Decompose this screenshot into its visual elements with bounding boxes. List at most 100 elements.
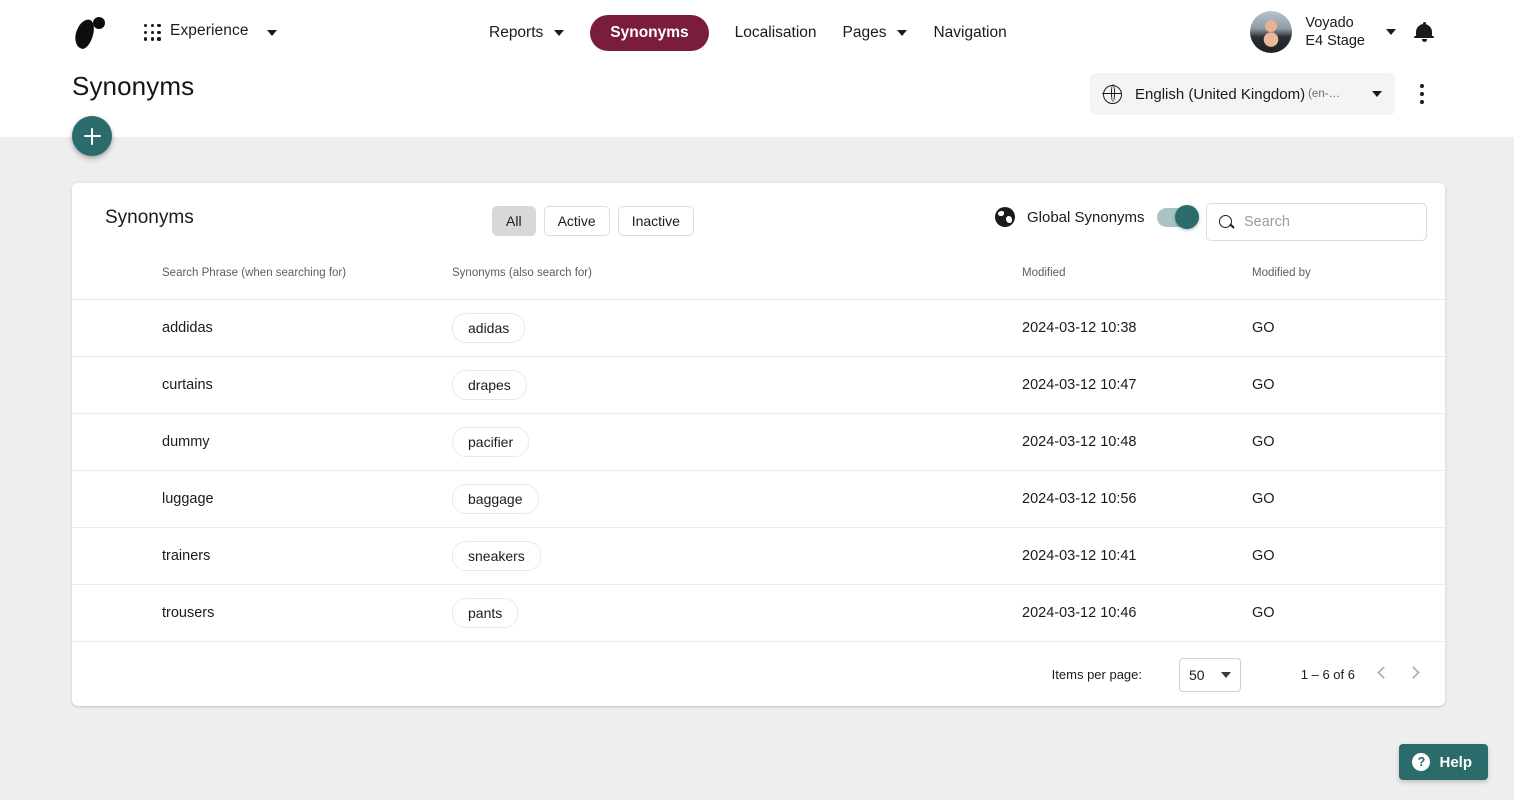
pagination-range: 1 – 6 of 6 bbox=[1301, 667, 1355, 682]
cell-search-phrase: luggage bbox=[162, 470, 452, 527]
nav-item-localisation[interactable]: Localisation bbox=[735, 24, 817, 42]
next-page-button[interactable] bbox=[1403, 662, 1429, 688]
cell-modified: 2024-03-12 10:46 bbox=[1022, 584, 1252, 641]
synonym-chip[interactable]: drapes bbox=[452, 370, 527, 400]
items-per-page-label: Items per page: bbox=[1052, 667, 1142, 682]
help-button[interactable]: ? Help bbox=[1399, 744, 1488, 780]
cell-modified-by: GO bbox=[1252, 299, 1445, 356]
nav-item-localisation-label: Localisation bbox=[735, 24, 817, 42]
search-input[interactable] bbox=[1244, 214, 1414, 230]
cell-modified: 2024-03-12 10:38 bbox=[1022, 299, 1252, 356]
cell-synonyms: pacifier bbox=[452, 413, 1022, 470]
primary-nav: Reports Synonyms Localisation Pages Navi… bbox=[489, 0, 1007, 65]
app-switcher-label[interactable]: Experience bbox=[170, 22, 249, 40]
search-icon bbox=[1219, 215, 1234, 230]
add-synonym-button[interactable] bbox=[72, 116, 112, 156]
nav-item-navigation[interactable]: Navigation bbox=[933, 24, 1006, 42]
cell-synonyms: pants bbox=[452, 584, 1022, 641]
card-header: Synonyms All Active Inactive Global Syno… bbox=[72, 183, 1445, 259]
more-options-icon[interactable] bbox=[1412, 84, 1432, 104]
account-name: Voyado bbox=[1305, 14, 1365, 32]
app-switcher-grid-icon[interactable] bbox=[144, 24, 162, 42]
voyado-logo[interactable] bbox=[74, 14, 114, 52]
items-per-page-value: 50 bbox=[1189, 667, 1205, 683]
top-navigation-bar: Experience Reports Synonyms Localisation… bbox=[0, 0, 1514, 65]
status-filter-group: All Active Inactive bbox=[492, 206, 694, 236]
logo-dot-shape bbox=[93, 17, 105, 29]
question-mark-icon: ? bbox=[1412, 753, 1430, 771]
table-row[interactable]: curtainsdrapes2024-03-12 10:47GO bbox=[72, 356, 1445, 413]
cell-synonyms: sneakers bbox=[452, 527, 1022, 584]
synonym-chip[interactable]: pants bbox=[452, 598, 518, 628]
nav-item-reports-label: Reports bbox=[489, 24, 543, 42]
nav-item-pages-label: Pages bbox=[843, 24, 887, 42]
filter-tab-all[interactable]: All bbox=[492, 206, 536, 236]
table-footer: Items per page: 50 1 – 6 of 6 bbox=[72, 641, 1445, 706]
row-global-indicator bbox=[72, 527, 162, 584]
row-global-indicator bbox=[72, 299, 162, 356]
cell-modified: 2024-03-12 10:56 bbox=[1022, 470, 1252, 527]
chevron-down-icon-account[interactable] bbox=[1386, 29, 1396, 35]
cell-search-phrase: addidas bbox=[162, 299, 452, 356]
column-header-synonyms: Synonyms (also search for) bbox=[452, 259, 1022, 299]
filter-tab-active[interactable]: Active bbox=[544, 206, 610, 236]
table-row[interactable]: addidasadidas 2024-03-12 10:38GO bbox=[72, 299, 1445, 356]
synonym-chip[interactable]: pacifier bbox=[452, 427, 529, 457]
language-selector-code: (en-… bbox=[1308, 88, 1340, 100]
items-per-page-select[interactable]: 50 bbox=[1179, 658, 1241, 692]
chevron-down-icon-app-switcher[interactable] bbox=[267, 30, 277, 36]
column-header-search-phrase: Search Phrase (when searching for) bbox=[162, 259, 452, 299]
chevron-down-icon-pages[interactable] bbox=[897, 30, 907, 36]
cell-search-phrase: dummy bbox=[162, 413, 452, 470]
nav-item-synonyms[interactable]: Synonyms bbox=[590, 15, 708, 51]
cell-synonyms: adidas bbox=[452, 299, 1022, 356]
row-global-indicator bbox=[72, 584, 162, 641]
column-header-modified: Modified bbox=[1022, 259, 1252, 299]
globe-filled-icon bbox=[995, 207, 1015, 227]
global-synonyms-control: Global Synonyms bbox=[995, 207, 1197, 227]
nav-item-pages[interactable]: Pages bbox=[843, 24, 908, 42]
synonym-chip[interactable]: adidas bbox=[452, 313, 525, 343]
cell-search-phrase: trousers bbox=[162, 584, 452, 641]
synonyms-card: Synonyms All Active Inactive Global Syno… bbox=[72, 183, 1445, 706]
cell-modified-by: GO bbox=[1252, 584, 1445, 641]
bell-base-shape bbox=[1414, 36, 1434, 38]
cell-modified-by: GO bbox=[1252, 470, 1445, 527]
table-row[interactable]: trainerssneakers2024-03-12 10:41GO bbox=[72, 527, 1445, 584]
cell-modified-by: GO bbox=[1252, 413, 1445, 470]
previous-page-button[interactable] bbox=[1369, 662, 1395, 688]
cell-synonyms: baggage bbox=[452, 470, 1022, 527]
cell-modified: 2024-03-12 10:41 bbox=[1022, 527, 1252, 584]
cell-search-phrase: curtains bbox=[162, 356, 452, 413]
chevron-down-icon-reports[interactable] bbox=[554, 30, 564, 36]
table-row[interactable]: luggagebaggage 2024-03-12 10:56GO bbox=[72, 470, 1445, 527]
chevron-down-icon-items-per-page[interactable] bbox=[1221, 672, 1231, 678]
search-field[interactable] bbox=[1206, 203, 1427, 241]
avatar bbox=[1250, 11, 1292, 53]
notifications-bell-icon[interactable] bbox=[1414, 22, 1434, 43]
table-row[interactable]: trouserspants 2024-03-12 10:46GO bbox=[72, 584, 1445, 641]
cell-synonyms: drapes bbox=[452, 356, 1022, 413]
help-button-label: Help bbox=[1439, 754, 1472, 771]
column-header-modified-by: Modified by bbox=[1252, 259, 1445, 299]
chevron-left-icon bbox=[1377, 666, 1390, 679]
page-header: Synonyms English (United Kingdom) (en-… bbox=[0, 65, 1514, 137]
chevron-down-icon-language[interactable] bbox=[1372, 91, 1382, 97]
language-selector-value: English (United Kingdom) bbox=[1135, 86, 1305, 103]
global-synonyms-label: Global Synonyms bbox=[1027, 209, 1145, 226]
filter-tab-inactive[interactable]: Inactive bbox=[618, 206, 694, 236]
synonym-chip[interactable]: sneakers bbox=[452, 541, 541, 571]
synonym-chip[interactable]: baggage bbox=[452, 484, 539, 514]
language-selector[interactable]: English (United Kingdom) (en-… bbox=[1090, 73, 1395, 115]
account-environment: E4 Stage bbox=[1305, 32, 1365, 50]
bell-clapper-shape bbox=[1422, 39, 1427, 43]
nav-item-reports[interactable]: Reports bbox=[489, 24, 564, 42]
table-row[interactable]: dummypacifier2024-03-12 10:48GO bbox=[72, 413, 1445, 470]
nav-item-navigation-label: Navigation bbox=[933, 24, 1006, 42]
global-synonyms-toggle[interactable] bbox=[1157, 208, 1197, 227]
toggle-knob bbox=[1175, 205, 1199, 229]
cell-modified: 2024-03-12 10:47 bbox=[1022, 356, 1252, 413]
account-menu[interactable]: Voyado E4 Stage bbox=[1250, 11, 1396, 53]
card-title: Synonyms bbox=[105, 207, 194, 229]
row-global-indicator bbox=[72, 470, 162, 527]
